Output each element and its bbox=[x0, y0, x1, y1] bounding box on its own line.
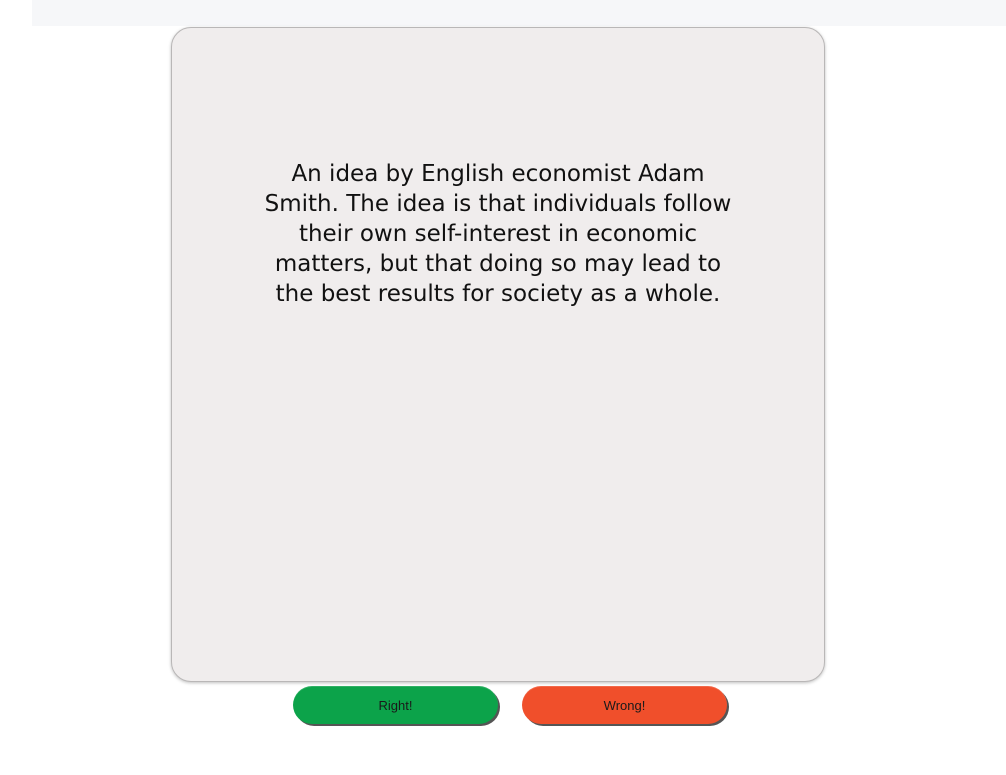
flashcard[interactable]: An idea by English economist Adam Smith.… bbox=[171, 27, 825, 682]
right-button[interactable]: Right! bbox=[293, 686, 498, 724]
flashcard-definition-text: An idea by English economist Adam Smith.… bbox=[264, 161, 732, 307]
wrong-button[interactable]: Wrong! bbox=[522, 686, 727, 724]
top-bar bbox=[32, 0, 1006, 26]
